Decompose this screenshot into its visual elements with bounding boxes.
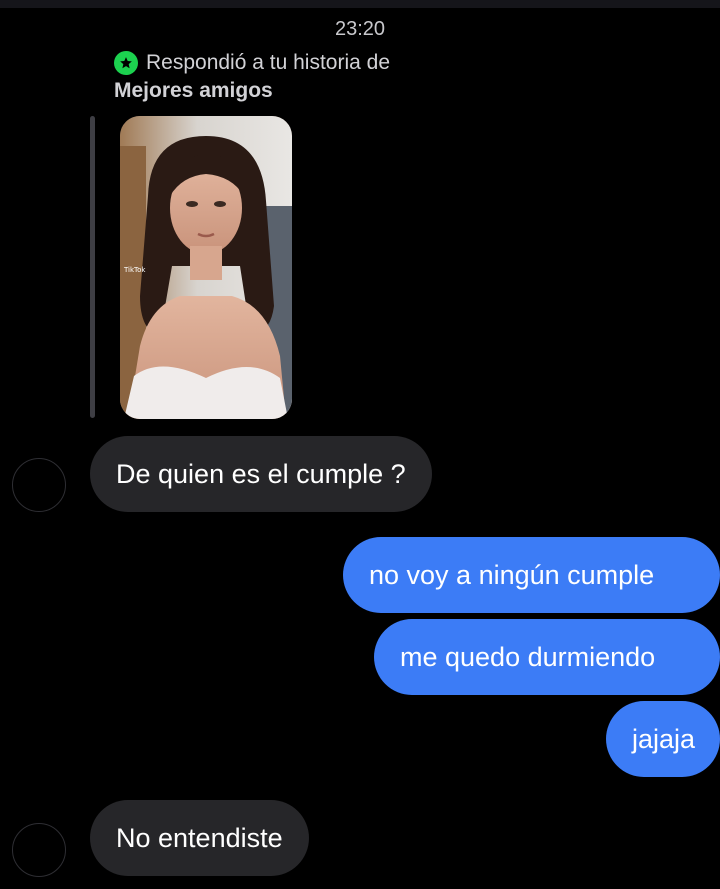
avatar[interactable] xyxy=(12,823,66,877)
message-bubble-outgoing[interactable]: me quedo durmiendo xyxy=(374,619,720,695)
star-icon xyxy=(114,51,138,75)
message-timestamp: 23:20 xyxy=(334,18,386,40)
story-thumbnail[interactable]: TikTok xyxy=(120,116,292,419)
story-reply-label: Respondió a tu historia de xyxy=(146,51,390,74)
story-reply-header: Respondió a tu historia de Mejores amigo… xyxy=(114,50,534,103)
avatar[interactable] xyxy=(12,458,66,512)
message-bubble-incoming[interactable]: No entendiste xyxy=(90,800,309,876)
tiktok-watermark: TikTok xyxy=(123,266,146,274)
close-friends-label: Mejores amigos xyxy=(114,79,273,102)
message-bubble-incoming[interactable]: De quien es el cumple ? xyxy=(90,436,432,512)
message-bubble-outgoing[interactable]: jajaja xyxy=(606,701,720,777)
reply-indicator-bar xyxy=(90,116,95,418)
window-top-edge xyxy=(0,0,720,8)
message-bubble-outgoing[interactable]: no voy a ningún cumple xyxy=(343,537,720,613)
